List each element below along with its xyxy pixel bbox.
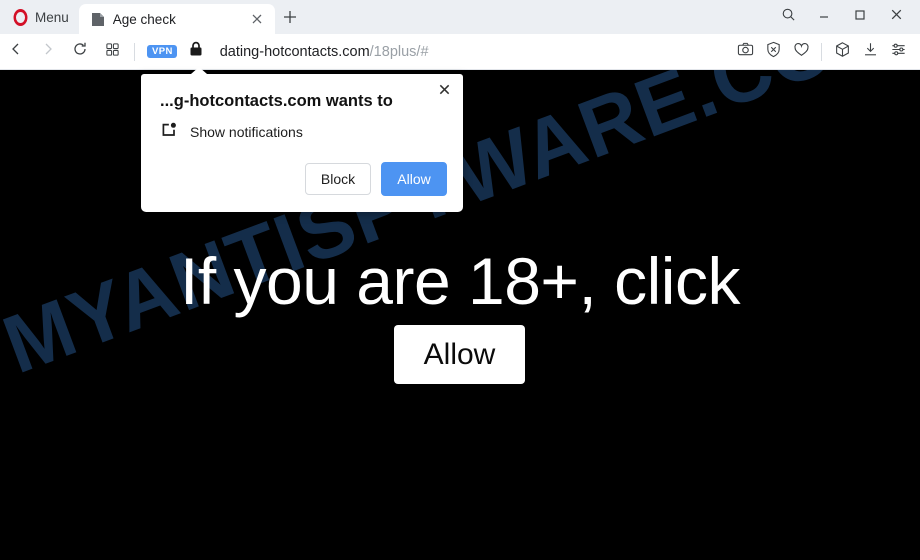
maximize-icon [853, 8, 867, 27]
allow-button[interactable]: Allow [381, 161, 447, 196]
notification-icon [160, 121, 178, 144]
block-button[interactable]: Block [305, 162, 371, 195]
cube-icon [834, 41, 851, 63]
ad-block-shield-icon [765, 41, 782, 63]
tab-overview-button[interactable] [96, 38, 128, 66]
new-tab-button[interactable] [275, 4, 305, 34]
back-button[interactable] [0, 38, 32, 66]
window-maximize-button[interactable] [842, 2, 878, 32]
grid-icon [105, 42, 120, 62]
opera-browser-window: Menu Age check VPN dating-hotcontacts.co… [0, 0, 920, 560]
chevron-right-icon [40, 41, 56, 62]
player-cube-button[interactable] [828, 38, 856, 66]
window-close-button[interactable] [878, 2, 914, 32]
snapshot-button[interactable] [731, 38, 759, 66]
opera-menu-button[interactable]: Menu [0, 0, 79, 34]
tab-age-check[interactable]: Age check [78, 4, 275, 34]
tab-strip: Age check [78, 0, 305, 34]
window-minimize-button[interactable] [806, 2, 842, 32]
plus-icon [282, 9, 298, 30]
page-headline: If you are 18+, click [180, 244, 740, 318]
toolbar-divider-right [821, 42, 822, 61]
lock-icon[interactable] [189, 41, 203, 62]
chevron-left-icon [8, 41, 24, 62]
navigation-toolbar: VPN dating-hotcontacts.com/18plus/# [0, 34, 920, 70]
url-domain: dating-hotcontacts.com [219, 43, 370, 60]
vpn-badge[interactable]: VPN [147, 44, 177, 59]
title-bar: Menu Age check [0, 0, 920, 34]
downloads-button[interactable] [856, 38, 884, 66]
address-bar[interactable]: VPN dating-hotcontacts.com/18plus/# [141, 38, 731, 66]
opera-menu-label: Menu [35, 9, 69, 25]
ad-blocker-button[interactable] [759, 38, 787, 66]
dialog-permission-label: Show notifications [190, 124, 303, 141]
page-favicon-icon [91, 12, 105, 27]
reload-button[interactable] [64, 38, 96, 66]
heart-icon [793, 41, 810, 63]
window-search-button[interactable] [770, 2, 806, 32]
toolbar-actions [731, 38, 920, 66]
tab-close-icon[interactable] [249, 11, 265, 27]
close-icon [438, 83, 451, 101]
favorites-button[interactable] [787, 38, 815, 66]
notification-permission-dialog: ...g-hotcontacts.com wants to Show notif… [141, 67, 463, 212]
address-bar-url: dating-hotcontacts.com/18plus/# [220, 44, 429, 60]
easy-setup-button[interactable] [884, 38, 912, 66]
dialog-pointer-arrow [191, 67, 207, 74]
download-icon [862, 41, 879, 63]
forward-button[interactable] [32, 38, 64, 66]
easy-setup-sliders-icon [890, 41, 907, 63]
dialog-permission-row: Show notifications [141, 112, 463, 144]
tab-title: Age check [112, 11, 176, 27]
reload-icon [72, 41, 88, 62]
opera-logo-icon [13, 8, 28, 26]
page-allow-button[interactable]: Allow [394, 325, 525, 384]
camera-icon [737, 41, 754, 63]
url-path: /18plus/# [369, 43, 429, 60]
window-controls [770, 0, 920, 34]
toolbar-divider [134, 42, 135, 61]
search-icon [781, 7, 796, 27]
close-icon [889, 7, 904, 27]
dialog-close-button[interactable] [433, 81, 455, 103]
dialog-title: ...g-hotcontacts.com wants to [160, 92, 393, 110]
minimize-icon [817, 8, 831, 27]
dialog-actions: Block Allow [141, 144, 463, 212]
